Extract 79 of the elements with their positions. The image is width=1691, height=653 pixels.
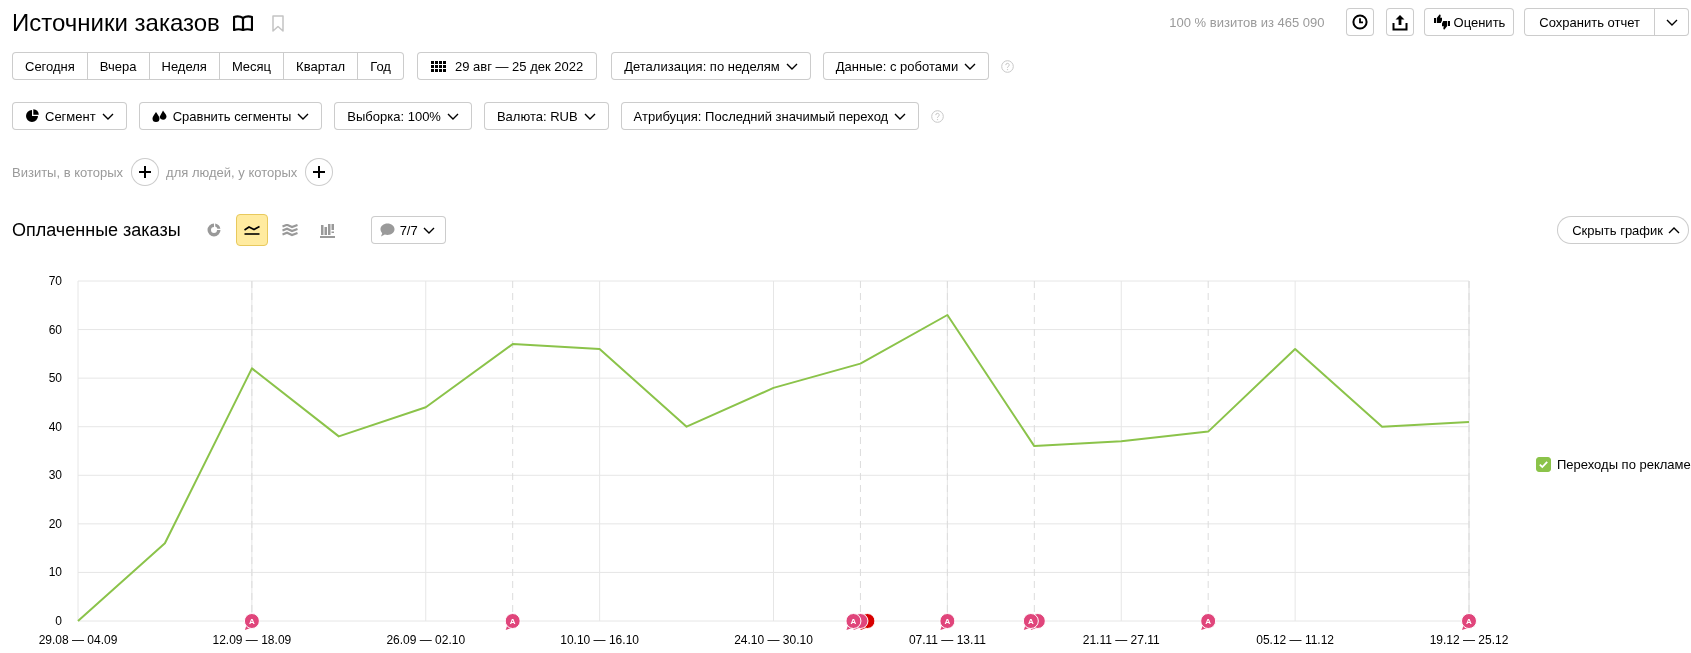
chart-type-button[interactable] — [235, 214, 268, 246]
y-tick-label: 60 — [48, 322, 62, 337]
annotation-marker[interactable]: A — [1461, 613, 1477, 630]
annotation-marker[interactable]: A — [504, 613, 521, 630]
y-tick-label: 50 — [48, 371, 62, 386]
condition-label: Визиты, в которых — [12, 164, 124, 180]
period-button[interactable]: Вчера — [86, 52, 150, 80]
book-icon[interactable] — [232, 15, 253, 31]
dot-grid-icon — [430, 60, 446, 72]
period-button[interactable]: Месяц — [218, 52, 285, 80]
period-button[interactable]: Сегодня — [12, 52, 88, 80]
filter-dropdown[interactable]: Сегмент — [12, 102, 127, 130]
plus-icon — [313, 166, 326, 178]
sample-info: 100 % визитов из 465 090 — [1169, 14, 1325, 30]
share-button[interactable] — [1385, 8, 1414, 36]
legend-checkbox[interactable] — [1536, 456, 1551, 472]
chevron-down-icon — [583, 112, 596, 120]
line-chart-icon — [243, 225, 260, 235]
chevron-down-icon — [1665, 18, 1678, 26]
page-title: Источники заказов — [12, 11, 220, 35]
x-tick-label: 07.11 — 13.11 — [908, 633, 986, 646]
x-tick-label: 19.12 — 25.12 — [1429, 633, 1508, 646]
y-tick-label: 70 — [48, 274, 62, 288]
y-tick-label: 0 — [55, 614, 62, 628]
x-tick-label: 21.11 — 27.11 — [1082, 633, 1160, 646]
filter-dropdown[interactable]: Атрибуция: Последний значимый переход — [620, 102, 920, 130]
plus-icon — [139, 166, 152, 178]
thumbs-icon — [1432, 14, 1451, 30]
settings-dropdown[interactable]: Данные: с роботами — [822, 52, 990, 80]
donut-chart-icon — [206, 223, 221, 237]
chart-title: Оплаченные заказы — [12, 219, 181, 241]
add-condition-button[interactable] — [131, 158, 160, 186]
settings-dropdown[interactable]: Детализация: по неделям — [611, 52, 811, 80]
x-tick-label: 24.10 — 30.10 — [734, 633, 813, 646]
area-chart-icon — [281, 223, 298, 237]
annotation-marker[interactable]: A — [845, 613, 862, 630]
hide-chart-button[interactable]: Скрыть график — [1557, 216, 1689, 244]
chevron-down-icon — [785, 62, 798, 70]
pie-chart-icon — [25, 109, 39, 123]
drops-icon — [151, 109, 167, 123]
save-report-button[interactable]: Сохранить отчет — [1524, 8, 1655, 36]
annotation-marker[interactable]: A — [939, 613, 956, 630]
x-tick-label: 12.09 — 18.09 — [212, 633, 292, 646]
y-tick-label: 30 — [48, 468, 62, 483]
x-tick-label: 29.08 — 04.09 — [38, 633, 118, 646]
bar-chart-icon — [320, 222, 336, 238]
y-tick-label: 10 — [48, 565, 62, 580]
save-options-button[interactable] — [1654, 8, 1689, 36]
date-range-button[interactable]: 29 авг — 25 дек 2022 — [416, 52, 598, 80]
rate-button[interactable]: Оценить — [1423, 8, 1515, 36]
chevron-down-icon — [101, 112, 114, 120]
speech-bubble-icon — [379, 223, 395, 237]
filter-dropdown[interactable]: Валюта: RUB — [483, 102, 609, 130]
y-tick-label: 40 — [48, 419, 62, 434]
chevron-down-icon — [422, 226, 435, 234]
clock-icon — [1351, 14, 1368, 30]
condition-label: для людей, у которых — [166, 164, 298, 180]
chevron-up-icon — [1668, 226, 1680, 234]
comments-dropdown[interactable]: 7/7 — [370, 216, 446, 244]
x-tick-label: 05.12 — 11.12 — [1256, 633, 1335, 646]
y-tick-label: 20 — [48, 516, 62, 531]
annotation-marker[interactable]: A — [243, 613, 260, 630]
x-tick-label: 10.10 — 16.10 — [560, 633, 639, 646]
legend-label: Переходы по рекламе — [1557, 456, 1691, 472]
add-condition-button[interactable] — [305, 158, 334, 186]
history-button[interactable] — [1345, 8, 1374, 36]
x-tick-label: 26.09 — 02.10 — [386, 633, 466, 646]
annotation-marker[interactable]: A — [1200, 613, 1217, 630]
filter-dropdown[interactable]: Выборка: 100% — [334, 102, 472, 130]
annotation-marker[interactable]: A — [1022, 613, 1039, 630]
filter-dropdown[interactable]: Сравнить сегменты — [138, 102, 323, 130]
chevron-down-icon — [964, 62, 977, 70]
chevron-down-icon — [894, 112, 907, 120]
chevron-down-icon — [446, 112, 459, 120]
period-button[interactable]: Квартал — [283, 52, 359, 80]
period-button[interactable]: Год — [357, 52, 404, 80]
chevron-down-icon — [297, 112, 310, 120]
share-icon — [1391, 13, 1408, 31]
period-button[interactable]: Неделя — [148, 52, 220, 80]
